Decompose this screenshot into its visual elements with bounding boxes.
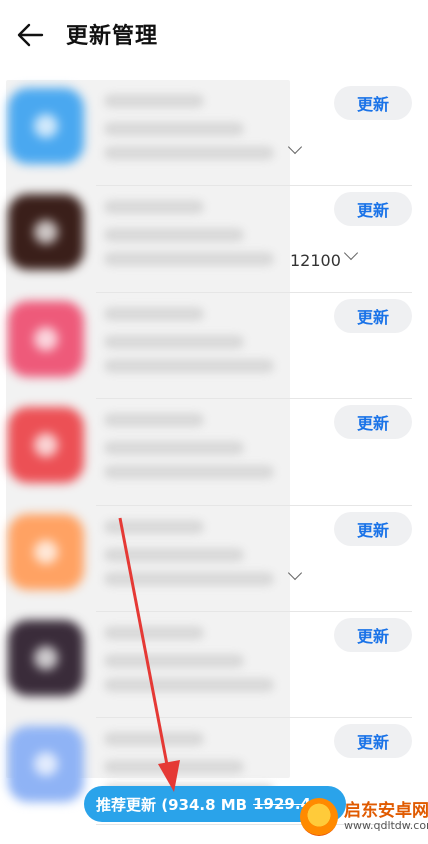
blurred-text — [104, 413, 204, 428]
blurred-text — [104, 465, 274, 480]
chevron-down-icon[interactable] — [287, 565, 303, 580]
app-glyph-icon — [34, 539, 58, 564]
update-button[interactable]: 更新 — [334, 724, 412, 759]
page-title: 更新管理 — [66, 24, 159, 49]
blurred-text — [104, 571, 274, 586]
blurred-text — [104, 653, 244, 668]
list-item: 更新 — [0, 399, 428, 506]
top-bar: 更新管理 — [0, 0, 428, 72]
list-item: 更新 — [0, 612, 428, 719]
blurred-text — [104, 677, 274, 692]
list-item: 更新 — [0, 80, 428, 187]
app-glyph-icon — [34, 326, 58, 351]
version-text: 12100 — [290, 251, 341, 271]
app-icon — [8, 407, 84, 484]
blurred-text — [104, 252, 274, 267]
app-glyph-icon — [34, 433, 58, 458]
update-list: 更新 更新 12100 更新 更新 更新 更新 更新 — [0, 80, 428, 825]
list-item: 更新 — [0, 506, 428, 612]
watermark-logo-icon — [300, 798, 338, 836]
list-item: 更新 — [0, 293, 428, 400]
app-icon — [8, 726, 84, 803]
blurred-text — [104, 334, 244, 349]
app-icon — [8, 300, 84, 377]
blurred-text — [104, 122, 244, 136]
app-glyph-icon — [34, 645, 58, 670]
watermark-name: 启东安卓网 — [344, 800, 428, 821]
app-glyph-icon — [34, 220, 58, 245]
back-arrow-icon[interactable] — [14, 18, 48, 52]
app-icon — [8, 88, 84, 164]
blurred-text — [104, 625, 204, 640]
watermark-url: www.qdltdw.com — [344, 819, 428, 833]
blurred-text — [104, 306, 204, 321]
blurred-text — [104, 358, 274, 373]
blurred-text — [104, 547, 244, 562]
update-button[interactable]: 更新 — [334, 192, 412, 227]
update-button[interactable]: 更新 — [334, 617, 412, 652]
app-icon — [8, 194, 84, 271]
blurred-text — [104, 146, 274, 160]
update-button[interactable]: 更新 — [334, 86, 412, 120]
blurred-text — [104, 94, 204, 108]
update-button[interactable]: 更新 — [334, 511, 412, 546]
app-glyph-icon — [34, 752, 58, 777]
app-icon — [8, 619, 84, 696]
app-glyph-icon — [34, 114, 58, 138]
blurred-text — [104, 200, 204, 215]
blurred-text — [104, 760, 244, 775]
blurred-text — [104, 732, 204, 747]
chevron-down-icon[interactable] — [343, 246, 359, 261]
update-button[interactable]: 更新 — [334, 298, 412, 333]
chevron-down-icon[interactable] — [287, 139, 303, 155]
blurred-text — [104, 228, 244, 243]
list-item: 更新 12100 — [0, 186, 428, 293]
app-icon — [8, 513, 84, 590]
recommended-update-label: 推荐更新 (934.8 MB — [96, 795, 248, 814]
blurred-text — [104, 519, 204, 534]
watermark: 启东安卓网 www.qdltdw.com — [300, 790, 428, 844]
blurred-text — [104, 441, 244, 456]
update-button[interactable]: 更新 — [334, 405, 412, 440]
